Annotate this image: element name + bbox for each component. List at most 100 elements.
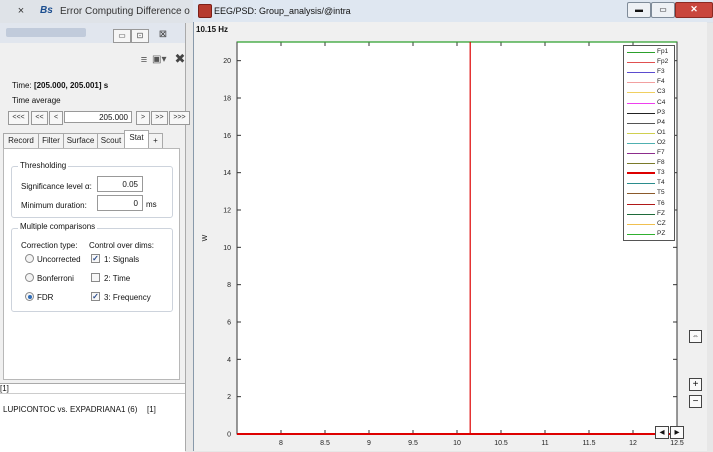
checkbox-signals[interactable]: ✓	[91, 254, 100, 263]
list-icon[interactable]: ≡	[137, 54, 151, 66]
x-tick-label: 9.5	[408, 440, 418, 447]
legend-swatch	[627, 193, 655, 195]
legend-label: F8	[657, 159, 665, 167]
significance-input[interactable]: 0.05	[97, 176, 143, 192]
legend-label: T6	[657, 199, 665, 207]
close-icon[interactable]: ✖	[173, 52, 187, 65]
radio-fdr[interactable]	[25, 292, 34, 301]
legend-label: F7	[657, 149, 665, 156]
radio-uncorrected[interactable]	[25, 254, 34, 263]
legend-label: PZ	[657, 229, 666, 237]
legend-item: O1	[627, 128, 673, 137]
legend-swatch	[627, 112, 655, 114]
legend-label: C3	[657, 88, 666, 96]
x-tick-label: 12.5	[670, 440, 684, 447]
thresholding-group	[11, 166, 173, 218]
chart-legend: Fp1 Fp2 F3 F4 C3 C4 P3 P4 O1 O2 F7 F8 T3 T4 T5 T6 FZ CZ PZ	[623, 45, 675, 241]
legend-item: F3	[627, 68, 673, 76]
checkbox-frequency-label[interactable]: 3: Frequency	[104, 293, 151, 302]
checkbox-time-label[interactable]: 2: Time	[104, 274, 130, 283]
minimize-button[interactable]: ▭	[113, 29, 131, 43]
y-tick-label: 4	[227, 357, 231, 364]
y-tick-label: 12	[223, 208, 231, 215]
nav-next-button[interactable]: >	[136, 111, 150, 125]
duration-unit: ms	[146, 200, 157, 209]
control-dims-label: Control over dims:	[89, 241, 154, 250]
layout-icon[interactable]: ▣▾	[152, 54, 166, 66]
tab-stat[interactable]: Stat	[124, 130, 149, 148]
x-tick-label: 11.5	[582, 440, 595, 447]
legend-label: T4	[657, 179, 665, 187]
radio-bonferroni-label[interactable]: Bonferroni	[37, 274, 74, 283]
checkbox-frequency[interactable]: ✓	[91, 292, 100, 301]
legend-swatch	[627, 92, 655, 94]
plot-area	[236, 41, 678, 435]
tab-add[interactable]: +	[148, 133, 163, 149]
legend-label: F3	[657, 68, 665, 76]
legend-label: T3	[657, 169, 665, 177]
legend-item: T4	[627, 179, 673, 187]
zoom-in-button[interactable]: +	[689, 378, 702, 391]
legend-swatch	[627, 153, 655, 154]
list-header: [1]	[0, 384, 9, 393]
y-tick-label: 20	[223, 58, 231, 65]
tab-close-icon[interactable]: ×	[14, 4, 28, 18]
duration-input[interactable]: 0	[97, 195, 143, 211]
figure-maximize-button[interactable]: ▭	[651, 2, 675, 18]
legend-swatch	[627, 82, 655, 84]
page-next-button[interactable]: ▸	[670, 426, 684, 439]
y-tick-label: 6	[227, 320, 231, 327]
legend-label: Fp1	[657, 48, 669, 55]
legend-item: C4	[627, 98, 673, 107]
correction-type-label: Correction type:	[21, 241, 78, 250]
nav-last-button[interactable]: >>>	[169, 111, 190, 125]
legend-swatch	[627, 172, 655, 175]
radio-bonferroni[interactable]	[25, 273, 34, 282]
time-input[interactable]: 205.000	[64, 111, 132, 123]
maximize-button[interactable]: ⊡	[131, 29, 149, 43]
close-button[interactable]: ⊠	[156, 29, 170, 41]
tab-surface[interactable]: Surface	[63, 133, 98, 149]
legend-swatch	[627, 163, 655, 165]
nav-first-button[interactable]: <<<	[8, 111, 29, 125]
figure-close-button[interactable]: ✕	[675, 2, 713, 18]
legend-item: FZ	[627, 210, 673, 218]
legend-item: T5	[627, 189, 673, 197]
x-tick-label: 8	[279, 440, 283, 447]
nav-next-fast-button[interactable]: >>	[151, 111, 168, 125]
nav-prev-button[interactable]: <	[49, 111, 63, 125]
checkbox-time[interactable]	[91, 273, 100, 282]
page-prev-button[interactable]: ◂	[655, 426, 669, 439]
y-tick-label: 0	[227, 432, 231, 439]
legend-item: CZ	[627, 220, 673, 228]
legend-item: P3	[627, 108, 673, 117]
nav-prev-fast-button[interactable]: <<	[31, 111, 48, 125]
radio-fdr-label[interactable]: FDR	[37, 293, 53, 302]
radio-uncorrected-label[interactable]: Uncorrected	[37, 255, 81, 264]
expand-button[interactable]: ⇔	[689, 330, 702, 343]
legend-label: O1	[657, 128, 666, 136]
zoom-out-button[interactable]: −	[689, 395, 702, 408]
tab-record[interactable]: Record	[3, 133, 39, 149]
legend-swatch	[627, 132, 655, 134]
figure-minimize-button[interactable]: ▬	[627, 2, 651, 18]
legend-label: C4	[657, 98, 666, 106]
y-tick-label: 10	[223, 245, 231, 252]
x-tick-label: 10.5	[494, 440, 508, 447]
figure-app-icon	[198, 4, 212, 18]
y-tick-label: 8	[227, 282, 231, 289]
legend-label: P3	[657, 108, 665, 116]
tab-scout[interactable]: Scout	[97, 133, 125, 149]
list-divider	[0, 393, 185, 394]
time-label: Time: [205.000, 205.001] s	[12, 81, 108, 90]
checkbox-signals-label[interactable]: 1: Signals	[104, 255, 139, 264]
legend-swatch	[627, 223, 655, 225]
legend-item: F8	[627, 159, 673, 167]
tab-title[interactable]: Error Computing Difference of	[60, 6, 190, 17]
tab-filter[interactable]: Filter	[38, 133, 64, 149]
y-tick-label: 18	[223, 96, 231, 103]
list-item[interactable]: LUPICONTOC vs. EXPADRIANA1 (6)	[3, 405, 137, 414]
legend-swatch	[627, 102, 655, 104]
legend-swatch	[627, 203, 655, 205]
legend-swatch	[627, 122, 655, 124]
